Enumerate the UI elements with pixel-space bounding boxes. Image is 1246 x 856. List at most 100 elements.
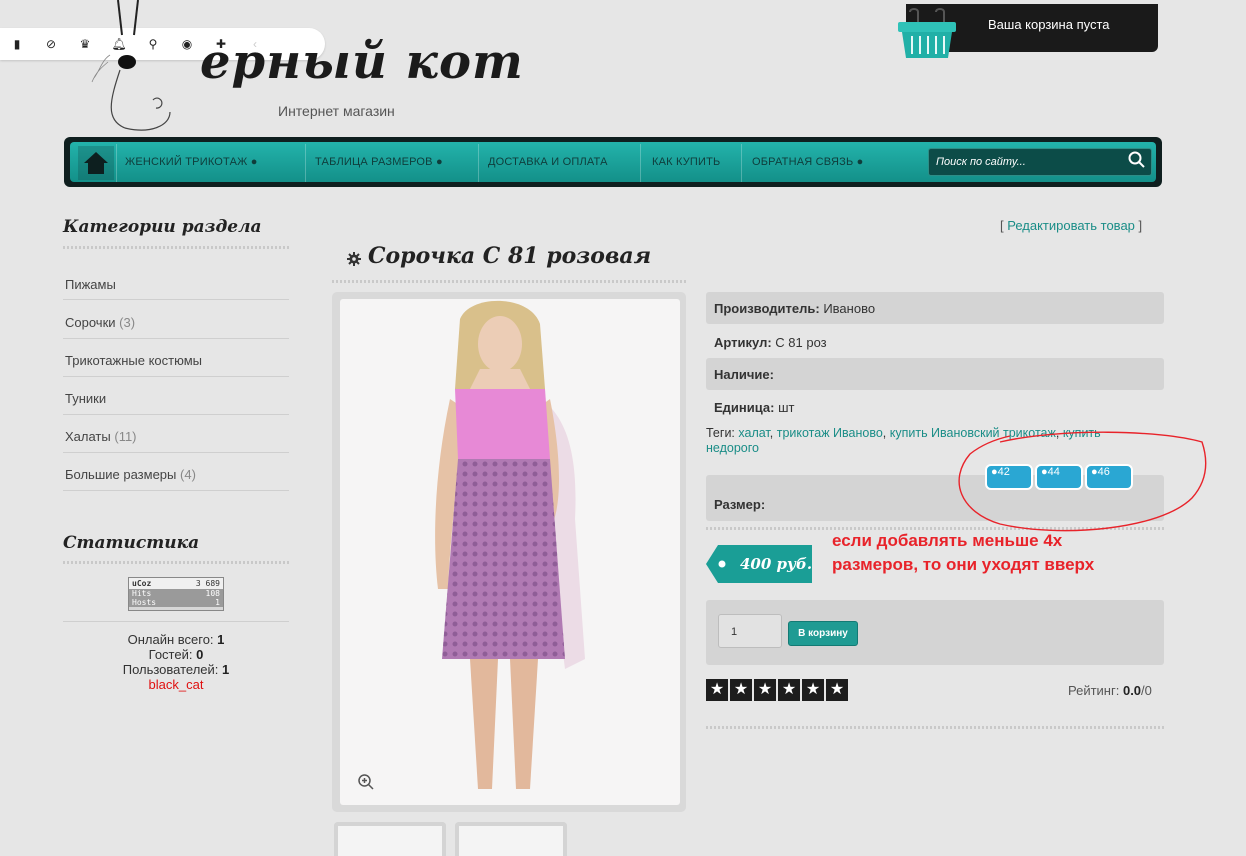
rating-star[interactable]: ★ xyxy=(826,679,848,701)
product-image[interactable] xyxy=(340,299,680,805)
quantity-input[interactable]: 1 xyxy=(718,614,782,648)
tag-link[interactable]: трикотаж Иваново xyxy=(777,426,883,440)
counter-brand: uCoz xyxy=(132,579,152,588)
product-thumbnail[interactable] xyxy=(334,822,446,856)
manufacturer-value: Иваново xyxy=(823,301,876,316)
nav-item-label: ОБРАТНАЯ СВЯЗЬ xyxy=(752,156,854,168)
nav-divider xyxy=(116,144,117,182)
divider xyxy=(63,246,289,249)
availability-label: Наличие: xyxy=(714,367,774,382)
tags-label: Теги: xyxy=(706,426,735,440)
annotation-line: если добавлять меньше 4х xyxy=(832,531,1063,550)
sidebar-item-label: Туники xyxy=(65,391,107,406)
rating-star[interactable]: ★ xyxy=(730,679,752,701)
zoom-in-icon[interactable] xyxy=(357,773,375,791)
menu-icon[interactable]: ▮ xyxy=(0,37,34,51)
logo-title[interactable]: ерный кот xyxy=(200,34,524,90)
basket-icon[interactable] xyxy=(892,8,962,60)
model-photo xyxy=(435,300,585,789)
cart-status[interactable]: Ваша корзина пуста xyxy=(988,17,1110,32)
search-placeholder: Поиск по сайту... xyxy=(936,156,1026,168)
manufacturer-label: Производитель: xyxy=(714,301,820,316)
online-total-label: Онлайн всего: xyxy=(127,632,214,647)
chevron-down-icon: ● xyxy=(435,156,443,168)
unit-label: Единица: xyxy=(714,400,775,415)
divider xyxy=(63,414,289,415)
nav-item-womens-knitwear[interactable]: ЖЕНСКИЙ ТРИКОТАЖ ● xyxy=(125,156,258,168)
counter-hits-label: Hits xyxy=(132,589,152,598)
sidebar-item-label: Трикотажные костюмы xyxy=(65,353,202,368)
sidebar-item-tunics[interactable]: Туники xyxy=(65,391,106,406)
price-value: 400 руб. xyxy=(740,555,813,573)
online-user-link[interactable]: black_cat xyxy=(63,677,289,692)
article-field: Артикул: С 81 роз xyxy=(714,335,827,350)
unit-value: шт xyxy=(778,400,795,415)
counter-hosts: 1 xyxy=(215,598,220,607)
sidebar-item-nightgowns[interactable]: Сорочки (3) xyxy=(65,315,135,330)
block-icon[interactable]: ⊘ xyxy=(34,37,68,51)
add-to-cart-button[interactable]: В корзину xyxy=(788,621,858,646)
divider xyxy=(63,299,289,300)
online-users-label: Пользователей: xyxy=(122,662,219,677)
sidebar-item-label: Пижамы xyxy=(65,277,116,292)
home-icon[interactable] xyxy=(78,146,114,180)
divider xyxy=(706,726,1164,729)
product-title: Сорочка С 81 розовая xyxy=(368,243,652,269)
gear-icon xyxy=(347,252,361,266)
manufacturer-field: Производитель: Иваново xyxy=(714,301,875,316)
sidebar-item-plus-sizes[interactable]: Большие размеры (4) xyxy=(65,467,196,482)
category-count: (11) xyxy=(114,429,137,444)
sidebar-item-label: Большие размеры xyxy=(65,467,177,482)
sidebar-item-pajamas[interactable]: Пижамы xyxy=(65,277,116,292)
nav-item-how-to-buy[interactable]: КАК КУПИТЬ xyxy=(652,156,720,168)
availability-field: Наличие: xyxy=(714,367,774,382)
article-value: С 81 роз xyxy=(775,335,827,350)
divider xyxy=(63,452,289,453)
sidebar-stats-title: Статистика xyxy=(63,533,200,553)
nav-item-label: ЖЕНСКИЙ ТРИКОТАЖ xyxy=(125,156,248,168)
nav-item-feedback[interactable]: ОБРАТНАЯ СВЯЗЬ ● xyxy=(752,156,864,168)
availability-row xyxy=(706,358,1164,390)
online-total: 1 xyxy=(217,632,225,647)
edit-product-label: Редактировать товар xyxy=(1007,218,1135,233)
sidebar-item-label: Сорочки xyxy=(65,315,116,330)
cat-logo-icon xyxy=(91,0,171,131)
sidebar-item-robes[interactable]: Халаты (11) xyxy=(65,429,137,444)
size-field: Размер: xyxy=(714,497,765,512)
nav-divider xyxy=(305,144,306,182)
nav-divider xyxy=(478,144,479,182)
rating-count: /0 xyxy=(1141,683,1152,698)
sidebar-categories-title: Категории раздела xyxy=(63,217,262,237)
online-stats: Онлайн всего: 1 Гостей: 0 Пользователей:… xyxy=(63,632,289,692)
sidebar-item-knit-suits[interactable]: Трикотажные костюмы xyxy=(65,353,202,368)
nav-item-size-chart[interactable]: ТАБЛИЦА РАЗМЕРОВ ● xyxy=(315,156,443,168)
category-count: (4) xyxy=(180,467,196,482)
tag-link[interactable]: халат xyxy=(738,426,769,440)
divider xyxy=(63,621,289,622)
rating-star[interactable]: ★ xyxy=(754,679,776,701)
divider xyxy=(332,280,686,283)
rating-value: 0.0 xyxy=(1122,683,1142,698)
online-guests-label: Гостей: xyxy=(148,647,193,662)
nav-divider xyxy=(640,144,641,182)
chevron-down-icon: ● xyxy=(856,156,864,168)
rating-label: Рейтинг: xyxy=(1068,683,1120,698)
edit-product-link[interactable]: [ Редактировать товар ] xyxy=(1000,218,1142,233)
rating-star[interactable]: ★ xyxy=(802,679,824,701)
visitor-counter[interactable]: uCoz 3 689 Hits 108 Hosts 1 xyxy=(128,577,224,611)
rating-star[interactable]: ★ xyxy=(778,679,800,701)
search-icon[interactable] xyxy=(1127,150,1147,170)
counter-hits: 108 xyxy=(205,589,220,598)
online-users: 1 xyxy=(222,662,230,677)
divider xyxy=(63,338,289,339)
logo-subtitle: Интернет магазин xyxy=(278,103,395,119)
rating-star[interactable]: ★ xyxy=(706,679,728,701)
online-guests: 0 xyxy=(196,647,204,662)
annotation-text: если добавлять меньше 4х размеров, то он… xyxy=(832,529,1094,577)
article-label: Артикул: xyxy=(714,335,772,350)
divider xyxy=(63,561,289,564)
product-thumbnail[interactable] xyxy=(455,822,567,856)
nav-item-delivery-payment[interactable]: ДОСТАВКА И ОПЛАТА xyxy=(488,156,608,168)
nav-divider xyxy=(741,144,742,182)
counter-total: 3 689 xyxy=(195,579,220,588)
